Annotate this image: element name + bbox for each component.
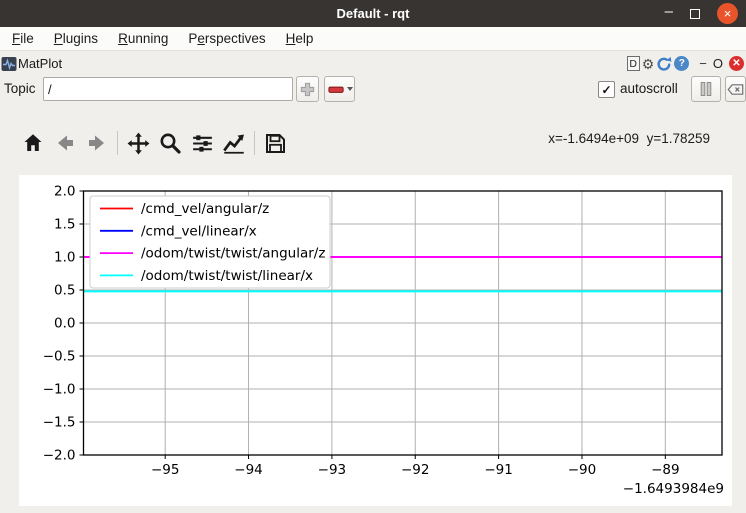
pan-button[interactable] — [123, 128, 153, 158]
arrow-left-icon — [53, 131, 77, 155]
waveform-icon — [1, 56, 17, 72]
gear-icon[interactable]: ⚙ — [642, 57, 655, 71]
clear-button[interactable] — [725, 76, 746, 102]
add-topic-button[interactable] — [296, 76, 319, 102]
toolbar-separator — [117, 131, 118, 155]
x-tick-label: −95 — [151, 462, 180, 478]
x-tick-label: −94 — [234, 462, 263, 478]
arrow-right-icon — [85, 131, 109, 155]
y-tick-label: 2.0 — [54, 184, 75, 200]
rqt-window: Default - rqt – × File Plugins Running P… — [0, 0, 746, 513]
autoscroll-label: autoscroll — [620, 81, 678, 96]
pause-button[interactable] — [691, 76, 721, 102]
autoscroll-checkbox[interactable]: ✓ — [598, 81, 615, 98]
line-chart-icon — [221, 130, 247, 156]
move-icon — [126, 131, 151, 156]
window-minimize-button[interactable]: – — [665, 7, 673, 17]
home-button[interactable] — [18, 128, 48, 158]
magnifier-icon — [158, 131, 182, 155]
topic-input[interactable] — [43, 77, 293, 101]
toolbar-separator — [254, 131, 255, 155]
matplot-plugin-header: MatPlot D ⚙ ? − O ✕ — [0, 52, 746, 75]
window-close-button[interactable]: × — [717, 3, 738, 24]
y-tick-label: 0.0 — [54, 316, 75, 332]
titlebar[interactable]: Default - rqt – × — [0, 0, 746, 27]
plot-canvas[interactable]: −95 −94 −93 −92 −91 −90 −89 2.0 1.5 1.0 0.5 0.0 −0.5… — [19, 175, 732, 506]
y-tick-label: −2.0 — [43, 448, 76, 464]
legend: /cmd_vel/angular/z/cmd_vel/linear/x/odom… — [90, 196, 330, 288]
chevron-down-icon — [347, 87, 353, 91]
x-offset-label: −1.6493984e9 — [623, 481, 724, 497]
back-button[interactable] — [50, 128, 80, 158]
menu-help[interactable]: Help — [276, 31, 324, 46]
plus-icon — [298, 80, 317, 99]
x-tick-label: −93 — [318, 462, 347, 478]
customize-button[interactable] — [219, 128, 249, 158]
plugin-dock-button[interactable]: D — [627, 56, 640, 71]
menu-running[interactable]: Running — [108, 31, 178, 46]
sliders-icon — [190, 131, 215, 156]
floppy-icon — [263, 131, 287, 155]
menu-plugins[interactable]: Plugins — [44, 31, 108, 46]
legend-label: /cmd_vel/angular/z — [141, 201, 269, 217]
plugin-float-button[interactable]: O — [713, 56, 723, 71]
y-tick-label: 1.0 — [54, 250, 75, 266]
legend-label: /odom/twist/twist/angular/z — [141, 246, 325, 262]
y-tick-label: −0.5 — [43, 349, 76, 365]
legend-label: /cmd_vel/linear/x — [141, 223, 257, 239]
cursor-coordinates: x=-1.6494e+09 y=1.78259 — [548, 131, 710, 146]
help-icon[interactable]: ? — [674, 56, 689, 71]
y-tick-label: −1.5 — [43, 415, 76, 431]
minus-icon — [327, 80, 346, 99]
plugin-minimize-button[interactable]: − — [699, 56, 707, 71]
reload-icon[interactable] — [656, 56, 672, 72]
forward-button[interactable] — [82, 128, 112, 158]
zoom-button[interactable] — [155, 128, 185, 158]
mpl-toolbar — [18, 127, 292, 159]
x-tick-label: −90 — [568, 462, 597, 478]
pause-icon — [698, 81, 714, 97]
remove-topic-button[interactable] — [324, 76, 355, 102]
backspace-icon — [727, 83, 744, 96]
x-tick-label: −89 — [651, 462, 680, 478]
topic-bar: Topic ✓ autoscroll — [0, 76, 746, 104]
home-icon — [21, 131, 45, 155]
menu-file[interactable]: File — [2, 31, 44, 46]
window-title: Default - rqt — [0, 0, 746, 27]
y-tick-label: −1.0 — [43, 382, 76, 398]
plugin-title: MatPlot — [18, 56, 62, 71]
subplots-button[interactable] — [187, 128, 217, 158]
menubar: File Plugins Running Perspectives Help — [0, 27, 746, 51]
topic-label: Topic — [4, 81, 36, 96]
window-maximize-button[interactable] — [690, 9, 700, 19]
y-tick-label: 0.5 — [54, 283, 75, 299]
legend-label: /odom/twist/twist/linear/x — [141, 268, 313, 284]
figure: −95 −94 −93 −92 −91 −90 −89 2.0 1.5 1.0 0.5 0.0 −0.5… — [19, 175, 732, 506]
menu-perspectives[interactable]: Perspectives — [178, 31, 275, 46]
y-tick-label: 1.5 — [54, 217, 75, 233]
save-button[interactable] — [260, 128, 290, 158]
plugin-close-button[interactable]: ✕ — [729, 56, 744, 71]
x-tick-label: −91 — [484, 462, 513, 478]
x-tick-label: −92 — [401, 462, 430, 478]
